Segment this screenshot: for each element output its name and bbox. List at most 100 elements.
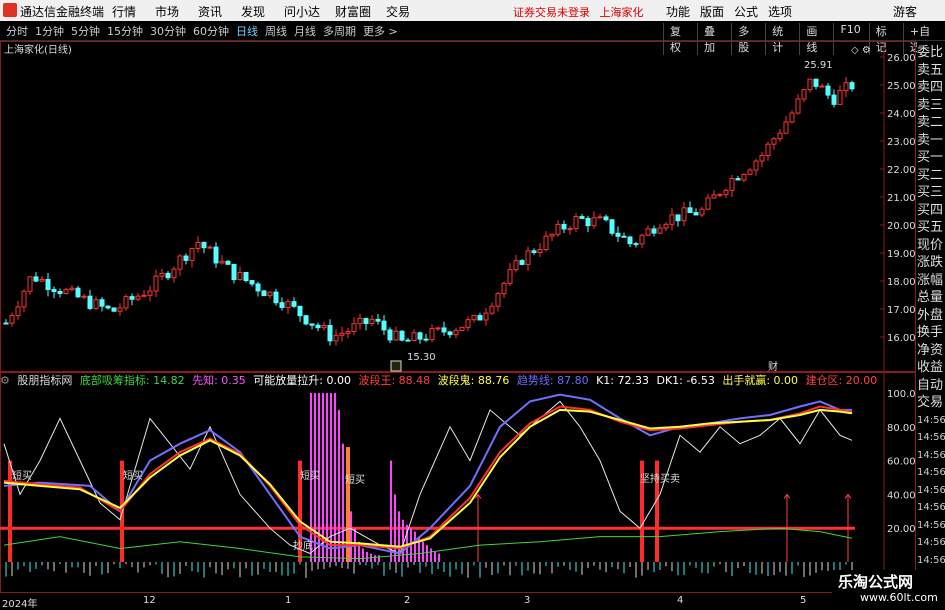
side-panel-item[interactable]: 现价 [917,237,945,255]
price-axis: 26.00 25.00 24.00 23.00 22.00 21.00 20.00 19.00… [880,53,916,344]
legend-sure-win: 出手就赢: 0.00 [722,374,799,387]
candle-up [117,307,123,312]
menu-function[interactable]: 功能 [666,3,690,20]
legend-volume-surge: 可能放量拉升: 0.00 [253,374,351,387]
candle-down [417,332,423,340]
price-tick: 16.00 [887,333,916,344]
period-tab-tick[interactable]: 分时 [6,23,28,39]
chart-area[interactable]: 26.00 25.00 24.00 23.00 22.00 21.00 20.00 19.00… [0,41,917,593]
candle-down [693,212,699,216]
side-panel-item[interactable]: 14:56 [917,447,945,465]
login-status[interactable]: 证券交易未登录 上海家化 [513,4,644,20]
settings-gear-icon[interactable]: ⚙ [0,374,10,387]
legend-bottom-accumulate: 底部吸筹指标: 14.82 [79,374,185,387]
side-panel-item[interactable]: 买一 [917,149,945,167]
menu-item-markets[interactable]: 市场 [155,3,187,20]
side-panel-item[interactable]: 涨幅 [917,272,945,290]
side-panel-item[interactable]: 14:56 [917,499,945,517]
candle-up [525,250,531,265]
candle-down [399,330,405,341]
side-panel-item[interactable]: 14:56 [917,482,945,500]
side-panel-item[interactable]: 净资 [917,342,945,360]
side-panel-item[interactable]: 卖五 [917,62,945,80]
menu-item-discover[interactable]: 发现 [241,3,273,20]
side-panel-item[interactable]: 买三 [917,184,945,202]
candle-down [51,289,57,292]
signal-annotation: 抄底 [293,539,313,552]
candle-up [411,332,417,342]
watermark-title: 乐淘公式网 [838,573,914,591]
candle-down [45,278,51,291]
menu-item-ask[interactable]: 问小达 [284,3,324,20]
candle-down [447,331,453,336]
menu-formula[interactable]: 公式 [734,3,758,20]
guest-button[interactable]: 游客 [893,3,917,20]
side-panel-item[interactable]: 14:56 [917,429,945,447]
period-tab-more[interactable]: 更多 > [363,23,398,39]
side-panel-item[interactable]: 14:56 [917,464,945,482]
side-panel-item[interactable]: 14:56 [917,412,945,430]
menu-item-market[interactable]: 行情 [112,3,144,20]
indicator-name[interactable]: 股朋指标网 [17,374,72,387]
side-panel-item[interactable]: 涨跌 [917,254,945,272]
side-panel-item[interactable]: 委比 [917,44,945,62]
side-panel-item[interactable]: 卖三 [917,97,945,115]
candle-up [639,234,645,245]
date-tick: 5 [800,595,807,606]
side-panel-item[interactable]: 买四 [917,202,945,220]
period-tab-daily[interactable]: 日线 [236,23,258,39]
value-tick: 60.00 [887,457,916,468]
period-tab-monthly[interactable]: 月线 [294,23,316,39]
side-panel-item[interactable]: 总量 [917,289,945,307]
candle-up [69,287,75,291]
side-panel-item[interactable]: 卖一 [917,132,945,150]
candle-down [423,338,429,341]
candle-down [603,216,609,221]
candle-down [387,329,393,341]
side-panel-item[interactable]: 交易 [917,394,945,412]
side-panel-item[interactable]: 卖四 [917,79,945,97]
side-panel-item[interactable]: 14:56 [917,517,945,535]
candle-up [147,290,153,296]
legend-prophet: 先知: 0.35 [192,374,246,387]
menu-options[interactable]: 选项 [768,3,792,20]
menu-item-trade[interactable]: 交易 [386,3,418,20]
price-tick: 19.00 [887,249,916,260]
side-panel-item[interactable]: 外盘 [917,307,945,325]
menu-item-news[interactable]: 资讯 [198,3,230,20]
candle-up [543,235,549,251]
legend-wave-king: 波段王: 88.48 [358,374,431,387]
prophet-bar [350,511,352,562]
signal-annotation: 短买 [345,473,365,486]
side-panel-item[interactable]: 14:56 [917,534,945,552]
chart-settings-icon[interactable]: ◇ ⚙ [851,45,871,56]
period-tab-1min[interactable]: 1分钟 [35,23,64,39]
menu-layout[interactable]: 版面 [700,3,724,20]
period-tab-multi[interactable]: 多周期 [323,23,356,39]
side-panel-item[interactable]: 买五 [917,219,945,237]
candle-down [405,339,411,342]
side-panel-item[interactable]: 买二 [917,167,945,185]
side-panel-item[interactable]: 收益 [917,359,945,377]
date-tick: 12 [143,595,156,606]
period-tab-weekly[interactable]: 周线 [265,23,287,39]
menu-item-fortune[interactable]: 财富圈 [335,3,375,20]
period-tab-15min[interactable]: 15分钟 [107,23,143,39]
candle-up [777,132,783,140]
price-tick: 18.00 [887,277,916,288]
period-tab-60min[interactable]: 60分钟 [193,23,229,39]
side-panel-item[interactable]: 14:56 [917,552,945,570]
candle-down [519,260,525,265]
side-panel-item[interactable]: 自动 [917,377,945,395]
candle-up [801,89,807,100]
candle-up [429,327,435,341]
candle-down [651,228,657,234]
side-panel-item[interactable]: 卖二 [917,114,945,132]
candle-up [351,323,357,332]
candle-up [483,312,489,321]
low-marker-icon[interactable] [390,360,402,372]
period-tab-5min[interactable]: 5分钟 [71,23,100,39]
candle-down [849,82,855,90]
period-tab-30min[interactable]: 30分钟 [150,23,186,39]
side-panel-item[interactable]: 换手 [917,324,945,342]
